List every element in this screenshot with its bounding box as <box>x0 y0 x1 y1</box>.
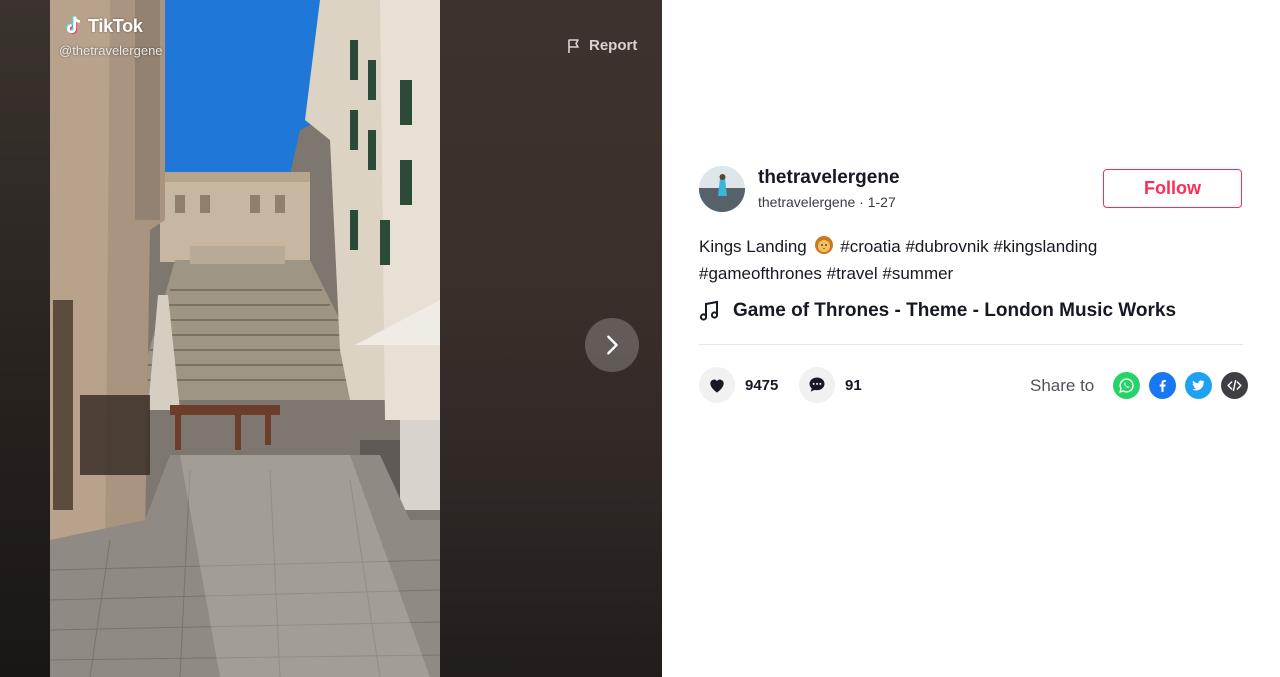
heart-icon <box>710 379 724 393</box>
divider <box>699 344 1243 345</box>
author-username[interactable]: thetravelergene <box>758 167 900 189</box>
whatsapp-icon <box>1119 378 1134 393</box>
video-frame[interactable] <box>50 0 440 677</box>
embed-code-icon <box>1227 379 1242 392</box>
share-embed-button[interactable] <box>1221 372 1249 399</box>
video-player[interactable]: TikTok @thetravelergene Report <box>0 0 662 677</box>
follow-button[interactable]: Follow <box>1103 169 1242 208</box>
comment-icon <box>809 377 825 392</box>
hashtag[interactable]: #kingslanding <box>993 237 1097 256</box>
share-twitter-button[interactable] <box>1185 372 1213 399</box>
video-info-panel: thetravelergene thetravelergene · 1-27 F… <box>662 0 1280 677</box>
share-whatsapp-button[interactable] <box>1113 372 1141 399</box>
hashtag[interactable]: #gameofthrones <box>699 264 822 283</box>
tiktok-note-icon <box>66 15 80 35</box>
hashtag[interactable]: #dubrovnik <box>905 237 988 256</box>
like-stat: 9475 <box>699 367 778 403</box>
comment-count: 91 <box>845 376 862 394</box>
report-button[interactable]: Report <box>566 37 637 54</box>
comment-button[interactable] <box>799 367 835 403</box>
music-note-icon <box>699 300 719 321</box>
video-description: Kings Landing #croatia #dubrovnik #kings… <box>699 233 1239 287</box>
lion-emoji-icon <box>814 236 833 254</box>
hashtag[interactable]: #summer <box>882 264 953 283</box>
description-text: Kings Landing <box>699 237 807 256</box>
tiktok-logo: TikTok <box>62 14 143 38</box>
report-label: Report <box>589 37 638 54</box>
next-video-button[interactable] <box>585 318 639 372</box>
avatar-image <box>699 166 745 212</box>
like-button[interactable] <box>699 367 735 403</box>
hashtag[interactable]: #travel <box>827 264 878 283</box>
avatar[interactable] <box>699 166 745 212</box>
share-facebook-button[interactable] <box>1149 372 1177 399</box>
share-label: Share to <box>1030 375 1095 395</box>
flag-icon <box>568 38 579 53</box>
tiktok-logo-text: TikTok <box>88 15 143 36</box>
video-still-image <box>50 0 440 677</box>
like-count: 9475 <box>745 376 779 394</box>
chevron-right-icon <box>607 335 618 355</box>
comment-stat: 91 <box>799 367 862 403</box>
hashtag[interactable]: #croatia <box>840 237 900 256</box>
facebook-icon <box>1159 380 1167 392</box>
video-blur-left <box>0 0 50 677</box>
author-subline: thetravelergene · 1-27 <box>758 194 896 210</box>
music-title: Game of Thrones - Theme - London Music W… <box>733 300 1177 321</box>
share-bar: Share to <box>1030 372 1249 399</box>
twitter-icon <box>1192 380 1206 391</box>
music-link[interactable]: Game of Thrones - Theme - London Music W… <box>699 300 1176 322</box>
watermark-handle: @thetravelergene <box>59 43 163 58</box>
